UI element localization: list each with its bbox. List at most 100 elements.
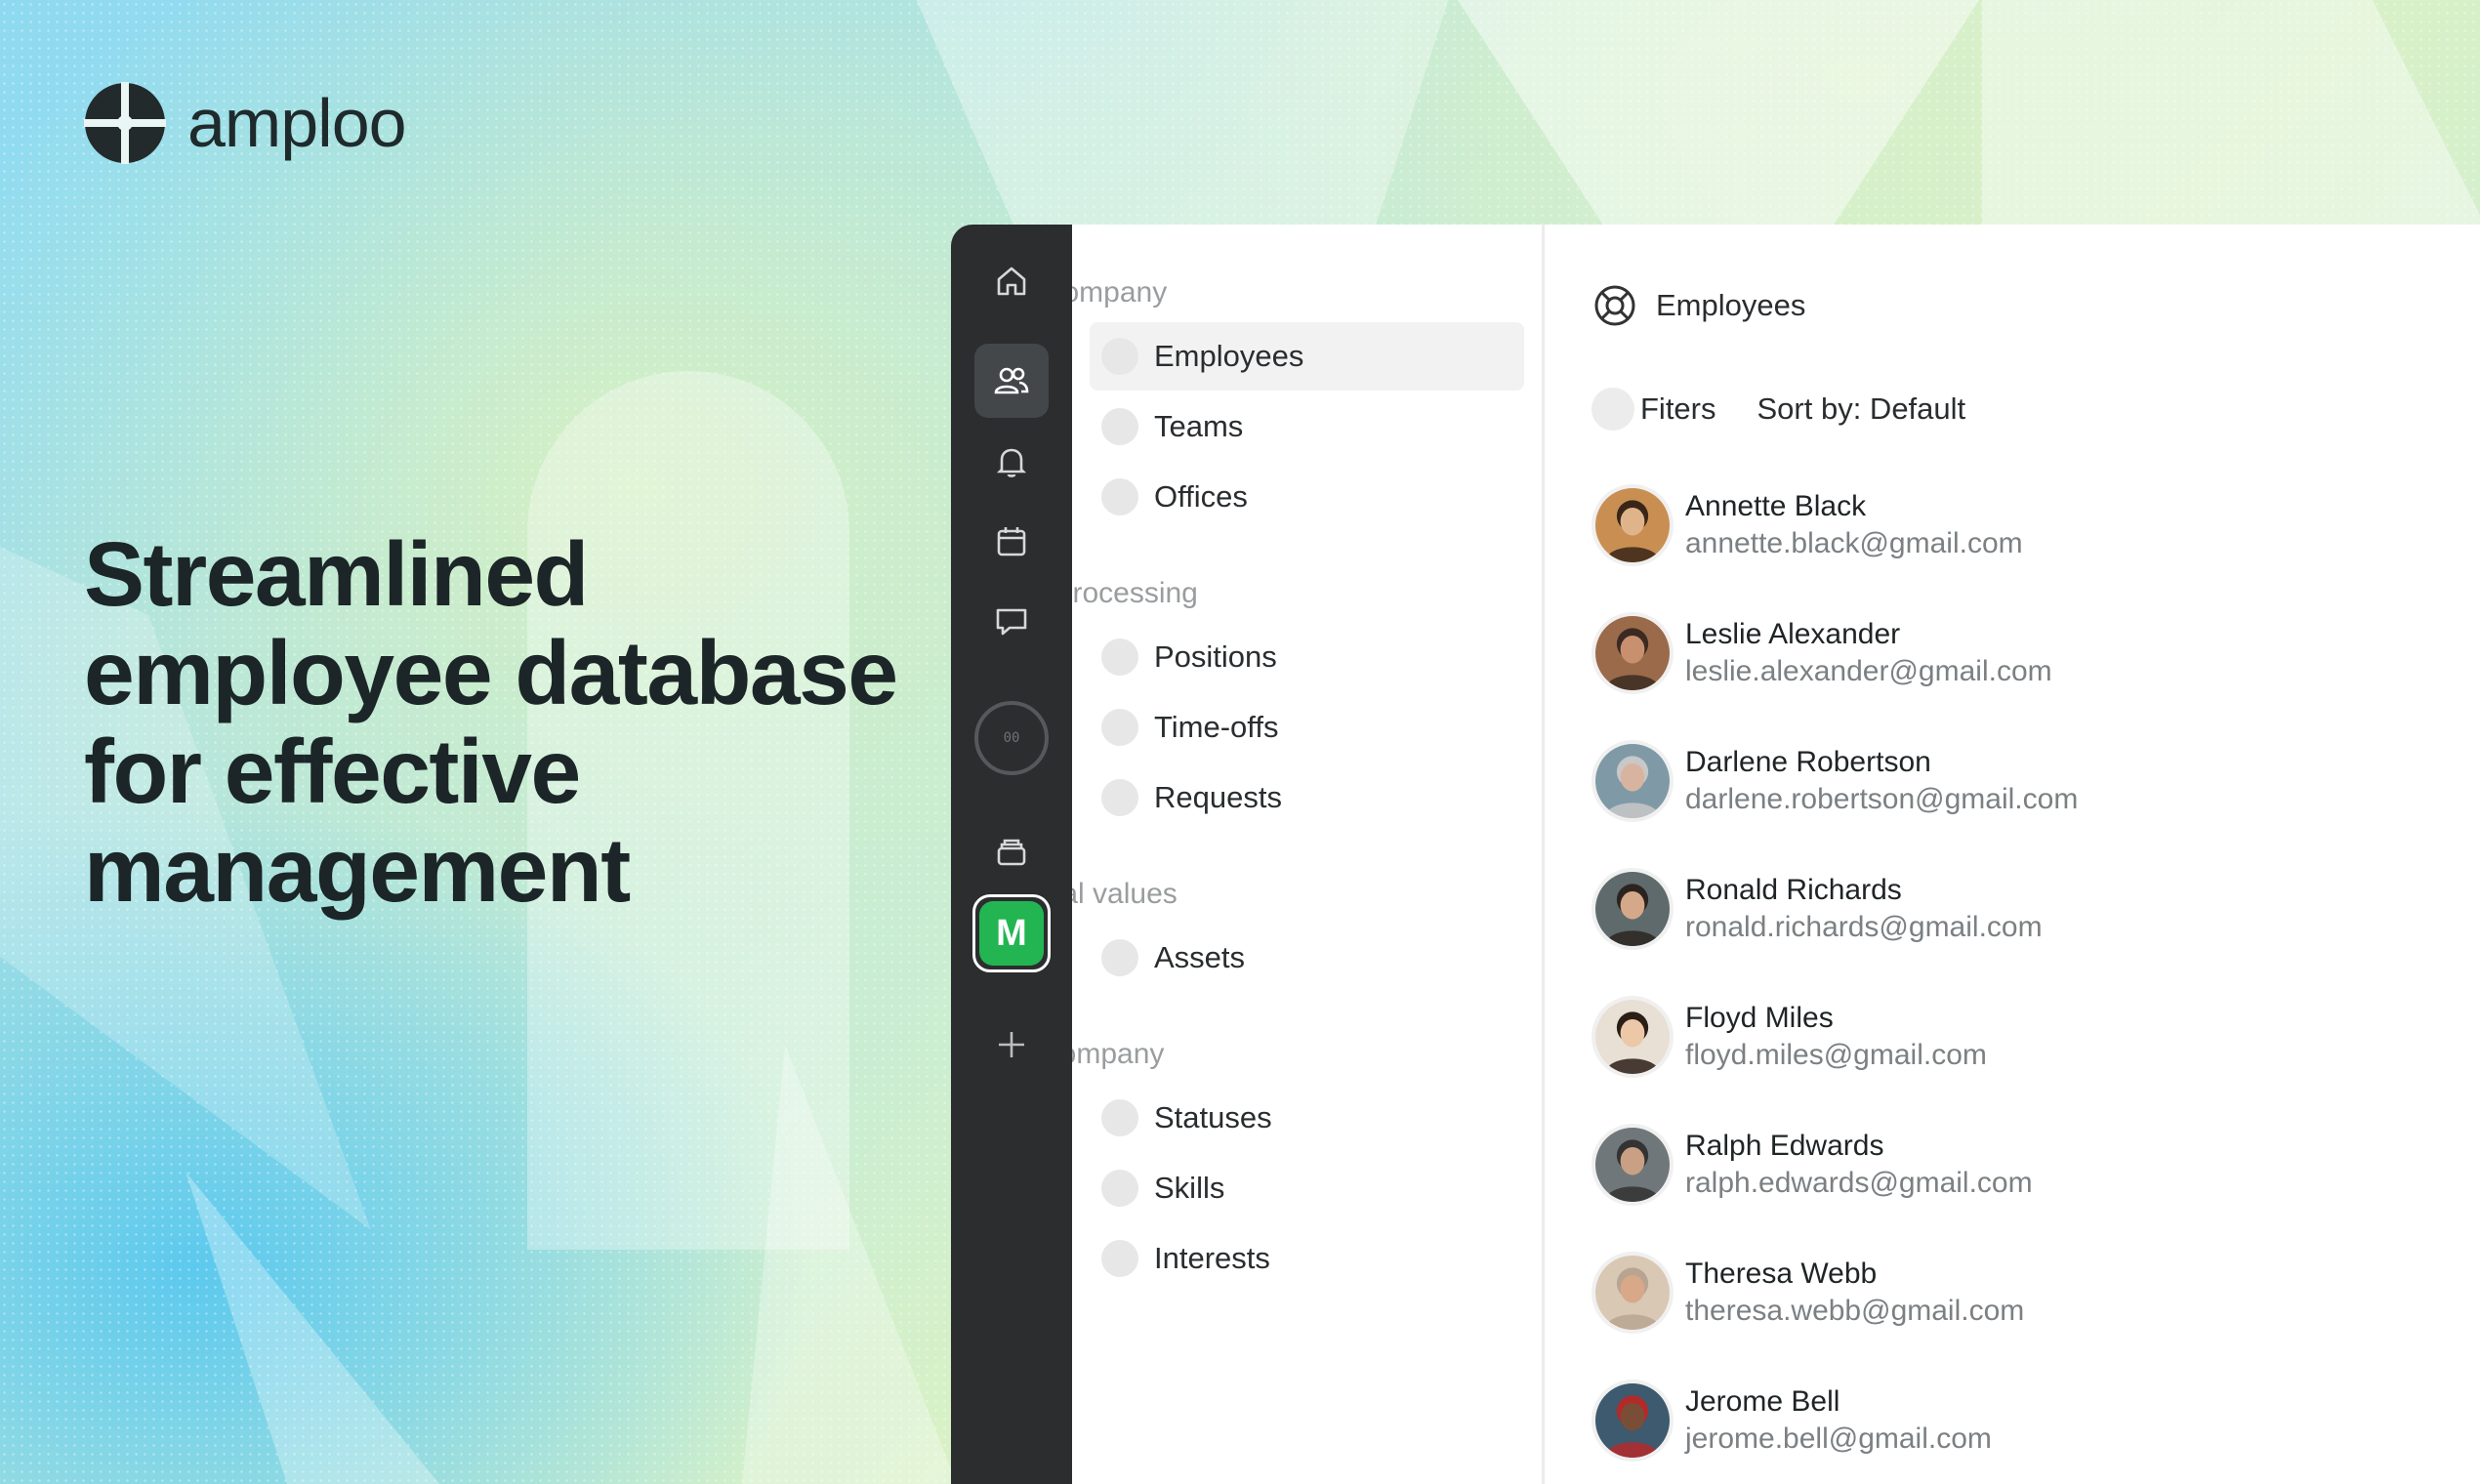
employee-name: Ronald Richards — [1685, 873, 1902, 906]
nav-item-icon — [1101, 1170, 1138, 1207]
nav-item-label: Interests — [1154, 1241, 1270, 1275]
employee-email: floyd.miles@gmail.com — [1685, 1038, 1987, 1071]
nav-item-employees[interactable]: Employees — [1090, 322, 1524, 391]
main-content: Employees Fiters Sort by: Default Annett… — [1545, 225, 2480, 1484]
add-workspace-button[interactable] — [974, 1008, 1049, 1082]
nav-item-label: Teams — [1154, 409, 1244, 443]
bell-icon — [996, 448, 1027, 477]
calendar-icon — [997, 527, 1026, 556]
avatar — [1591, 739, 1674, 822]
filters-button[interactable]: Fiters — [1640, 392, 1716, 427]
employee-row[interactable]: Theresa Webb theresa.webb@gmail.com — [1591, 1228, 2480, 1356]
employee-email: jerome.bell@gmail.com — [1685, 1422, 1992, 1455]
nav-group: Stuff company Employees Teams Offices — [980, 266, 1542, 531]
employee-name: Leslie Alexander — [1685, 617, 1901, 650]
nav-item-label: Assets — [1154, 940, 1246, 974]
home-icon — [997, 267, 1026, 296]
content-header: Employees — [1591, 271, 2480, 340]
archive-icon — [997, 839, 1026, 866]
plus-icon — [999, 1032, 1024, 1057]
filter-icon[interactable] — [1591, 388, 1634, 431]
page-title: Employees — [1656, 288, 1806, 322]
nav-item-label: Requests — [1154, 780, 1282, 814]
app-window: 00 M Stuff company Employees Teams Offices W… — [951, 225, 2480, 1484]
employee-name: Annette Black — [1685, 489, 1867, 522]
hero-headline: Streamlined employee database for effect… — [84, 523, 898, 921]
employee-email: ralph.edwards@gmail.com — [1685, 1166, 2033, 1199]
avatar — [1591, 483, 1674, 566]
employees-button[interactable] — [974, 344, 1049, 418]
employee-row[interactable]: Floyd Miles floyd.miles@gmail.com — [1591, 972, 2480, 1100]
calendar-button[interactable] — [974, 505, 1049, 579]
employee-email: theresa.webb@gmail.com — [1685, 1294, 2025, 1327]
nav-item-icon — [1101, 1240, 1138, 1277]
users-icon — [994, 367, 1029, 394]
chat-icon — [996, 608, 1027, 636]
nav-item-label: Statuses — [1154, 1100, 1272, 1134]
sort-dropdown[interactable]: Sort by: Default — [1757, 392, 1966, 427]
nav-item-label: Positions — [1154, 639, 1277, 674]
employee-name: Ralph Edwards — [1685, 1129, 1884, 1162]
nav-group: Work processing Positions Time-offs Request… — [980, 566, 1542, 832]
employee-name: Theresa Webb — [1685, 1257, 1878, 1290]
nav-item-label: Time-offs — [1154, 710, 1279, 744]
status-circle[interactable]: 00 — [974, 701, 1049, 775]
employee-row[interactable]: Jerome Bell jerome.bell@gmail.com — [1591, 1356, 2480, 1484]
nav-item-icon — [1101, 779, 1138, 816]
toolbar: Fiters Sort by: Default — [1591, 375, 2480, 443]
employee-row[interactable]: Ronald Richards ronald.richards@gmail.com — [1591, 845, 2480, 972]
workspace-badge[interactable]: M — [972, 894, 1051, 972]
nav-item-icon — [1101, 338, 1138, 375]
employee-row[interactable]: Ralph Edwards ralph.edwards@gmail.com — [1591, 1100, 2480, 1228]
icon-rail: 00 M — [951, 225, 1072, 1484]
avatar — [1591, 1123, 1674, 1206]
avatar — [1591, 995, 1674, 1078]
nav-item-assets[interactable]: Assets — [1090, 924, 1524, 992]
employee-name: Jerome Bell — [1685, 1384, 1840, 1418]
nav-group: Utils company Statuses Skills Interests — [980, 1027, 1542, 1293]
amploo-logo-icon — [84, 82, 166, 164]
employee-email: ronald.richards@gmail.com — [1685, 910, 2043, 943]
nav-item-requests[interactable]: Requests — [1090, 763, 1524, 832]
nav-item-label: Employees — [1154, 339, 1304, 373]
lifebuoy-icon — [1594, 285, 1635, 326]
brand: amploo — [84, 82, 407, 164]
nav-item-teams[interactable]: Teams — [1090, 392, 1524, 461]
nav-item-interests[interactable]: Interests — [1090, 1224, 1524, 1293]
employee-row[interactable]: Leslie Alexander leslie.alexander@gmail.c… — [1591, 589, 2480, 717]
messages-button[interactable] — [974, 585, 1049, 659]
archive-button[interactable] — [974, 814, 1049, 888]
notifications-button[interactable] — [974, 425, 1049, 499]
nav-item-icon — [1101, 939, 1138, 976]
nav-group: Material values Assets — [980, 867, 1542, 992]
brand-name: amploo — [187, 85, 407, 161]
nav-item-icon — [1101, 1099, 1138, 1136]
employee-email: annette.black@gmail.com — [1685, 526, 2023, 559]
nav-item-positions[interactable]: Positions — [1090, 623, 1524, 691]
employee-name: Darlene Robertson — [1685, 745, 1931, 778]
avatar — [1591, 1379, 1674, 1462]
nav-item-icon — [1101, 709, 1138, 746]
nav-item-statuses[interactable]: Statuses — [1090, 1084, 1524, 1152]
avatar — [1591, 1251, 1674, 1334]
nav-item-icon — [1101, 639, 1138, 676]
nav-item-label: Offices — [1154, 479, 1248, 514]
nav-item-time-offs[interactable]: Time-offs — [1090, 693, 1524, 762]
employee-row[interactable]: Annette Black annette.black@gmail.com — [1591, 461, 2480, 589]
employee-email: darlene.robertson@gmail.com — [1685, 782, 2079, 815]
home-button[interactable] — [974, 244, 1049, 318]
workspace-initial: M — [979, 901, 1044, 966]
employee-row[interactable]: Darlene Robertson darlene.robertson@gmail… — [1591, 717, 2480, 845]
nav-item-icon — [1101, 408, 1138, 445]
employee-list: Annette Black annette.black@gmail.com Lesl… — [1591, 461, 2480, 1484]
nav-panel: Stuff company Employees Teams Offices Work p… — [980, 225, 1545, 1484]
nav-item-offices[interactable]: Offices — [1090, 463, 1524, 531]
employee-email: leslie.alexander@gmail.com — [1685, 654, 2052, 687]
nav-item-label: Skills — [1154, 1171, 1225, 1205]
avatar — [1591, 867, 1674, 950]
nav-item-icon — [1101, 478, 1138, 515]
employee-name: Floyd Miles — [1685, 1001, 1834, 1034]
status-circle-text: 00 — [1003, 730, 1020, 746]
avatar — [1591, 611, 1674, 694]
nav-item-skills[interactable]: Skills — [1090, 1154, 1524, 1222]
